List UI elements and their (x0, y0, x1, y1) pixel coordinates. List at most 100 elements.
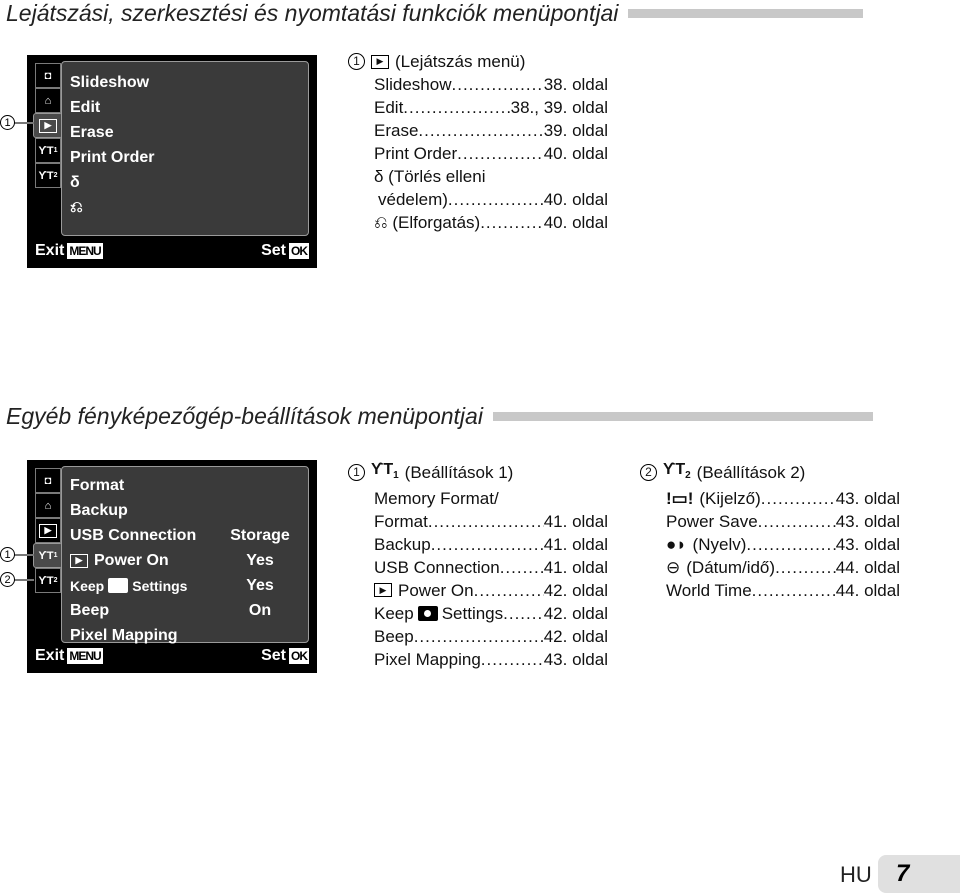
page-number: 7 (896, 860, 910, 887)
menu-item-label: Print Order (70, 148, 155, 166)
tab-movie-icon[interactable]: ⌂ (35, 88, 61, 113)
reference-header: 1 ϒT1 (Beállítások 1) (348, 458, 608, 487)
setup2-icon: ϒT2 (663, 458, 691, 487)
reference-row: ⊖(Dátum/idő) 44. oldal (640, 556, 900, 579)
monitor-icon: !▭! (666, 489, 694, 509)
reference-row: δ (Törlés elleni (348, 165, 608, 188)
screen-footer: Exit MENU Set OK (35, 645, 309, 667)
menu-item-backup[interactable]: Backup (70, 498, 300, 523)
reference-row: ▶ Power On 42. oldal (348, 579, 608, 602)
reference-page: 41. oldal (543, 558, 608, 578)
reference-page: 39. oldal (543, 121, 608, 140)
callout-line (14, 554, 34, 556)
reference-row: védelem) 40. oldal (348, 188, 608, 211)
tab-setup2-icon[interactable]: ϒT 2 (35, 568, 61, 593)
title-divider-bar (492, 412, 873, 421)
camera-icon (108, 578, 129, 593)
menu-tabs: ◘ ⌂ ▶ ϒT 1 ϒT 2 (33, 468, 63, 593)
menu-item-rotate[interactable]: ⎌ (70, 195, 300, 220)
menu-item-edit[interactable]: Edit (70, 95, 300, 120)
reference-row: ●◗(Nyelv) 43. oldal (640, 533, 900, 556)
menu-item-erase[interactable]: Erase (70, 120, 300, 145)
reference-name: Slideshow (374, 75, 452, 94)
menu-item-beep[interactable]: Beep On (70, 598, 300, 623)
reference-name: védelem) (378, 190, 448, 209)
reference-page: 41. oldal (543, 512, 608, 532)
reference-row: Pixel Mapping 43. oldal (348, 648, 608, 671)
reference-row: Slideshow 38. oldal (348, 73, 608, 96)
callout-1: 1 (0, 115, 15, 130)
tab-setup1-icon[interactable]: ϒT 1 (35, 138, 61, 163)
reference-page: 40. oldal (543, 213, 608, 232)
reference-name: Power Save (666, 512, 758, 532)
reference-name: δ (Törlés elleni (374, 167, 486, 186)
menu-tabs: ◘ ⌂ ▶ ϒT 1 ϒT 2 (33, 63, 63, 188)
page-number-tab: 7 (878, 855, 960, 893)
tab-playback-icon[interactable]: ▶ (33, 113, 63, 138)
reference-page: 44. oldal (835, 558, 900, 578)
menu-item-keep-settings[interactable]: Keep Settings Yes (70, 573, 300, 598)
reference-row: ⎌ (Elforgatás) 40. oldal (348, 211, 608, 234)
tab-setup1-icon[interactable]: ϒT 1 (33, 543, 63, 568)
reference-page: 42. oldal (543, 581, 608, 601)
exit-label: Exit (35, 242, 65, 259)
reference-name: (Nyelv) (692, 535, 747, 555)
menu-item-label: USB Connection (70, 526, 197, 544)
menu-item-label: Backup (70, 501, 128, 519)
tab-camera-icon[interactable]: ◘ (35, 468, 61, 493)
tab-playback-icon[interactable]: ▶ (35, 518, 61, 543)
section-title-playback: Lejátszási, szerkesztési és nyomtatási f… (6, 0, 864, 27)
reference-name: Erase (374, 121, 419, 140)
reference-page: 38. oldal (543, 75, 608, 94)
playback-icon: ▶ (374, 583, 392, 598)
menu-item-format[interactable]: Format (70, 473, 300, 498)
reference-header-text: (Beállítások 1) (404, 463, 514, 483)
menu-item-protect[interactable]: δ (70, 170, 300, 195)
menu-item-print-order[interactable]: Print Order (70, 145, 300, 170)
reference-row: Keep Settings 42. oldal (348, 602, 608, 625)
menu-item-value: On (248, 601, 272, 619)
set-button[interactable]: Set OK (261, 647, 309, 665)
tab-setup2-icon[interactable]: ϒT 2 (35, 163, 61, 188)
reference-name: Pixel Mapping (374, 650, 481, 670)
camera-screen-settings: ◘ ⌂ ▶ ϒT 1 ϒT 2 Format Backup USB Connecti… (27, 460, 317, 673)
reference-name: Edit (374, 98, 404, 117)
exit-button[interactable]: Exit MENU (35, 647, 103, 665)
settings1-reference-list: 1 ϒT1 (Beállítások 1) Memory Format/ For… (348, 458, 608, 671)
menu-item-usb-connection[interactable]: USB Connection Storage (70, 523, 300, 548)
reference-header-text: (Lejátszás menü) (395, 52, 526, 71)
reference-page: 40. oldal (543, 144, 608, 163)
reference-row: World Time 44. oldal (640, 579, 900, 602)
camera-icon (417, 606, 438, 622)
reference-header: 1 ▶ (Lejátszás menü) (348, 50, 608, 73)
reference-name: Memory Format/ (374, 489, 499, 509)
protect-icon: δ (70, 173, 80, 191)
set-button[interactable]: Set OK (261, 242, 309, 260)
clock-icon: ⊖ (666, 558, 681, 578)
menu-item-value: Storage (230, 526, 290, 544)
menu-item-label: Pixel Mapping (70, 626, 178, 644)
reference-page: 43. oldal (543, 650, 608, 670)
menu-item-label: Slideshow (70, 73, 150, 91)
ok-key-icon: OK (289, 243, 309, 259)
tab-movie-icon[interactable]: ⌂ (35, 493, 61, 518)
reference-name: USB Connection (374, 558, 500, 578)
menu-item-slideshow[interactable]: Slideshow (70, 70, 300, 95)
callout-1: 1 (0, 547, 15, 562)
section-title-text: Egyéb fényképezőgép-beállítások menüpont… (6, 403, 483, 429)
reference-row: Power Save 43. oldal (640, 510, 900, 533)
exit-button[interactable]: Exit MENU (35, 242, 103, 260)
reference-row: !▭!(Kijelző) 43. oldal (640, 487, 900, 510)
reference-name: Backup (374, 535, 431, 555)
language-icon: ●◗ (666, 535, 687, 555)
section-title-settings: Egyéb fényképezőgép-beállítások menüpont… (6, 403, 873, 430)
tab-camera-icon[interactable]: ◘ (35, 63, 61, 88)
playback-reference-list: 1 ▶ (Lejátszás menü) Slideshow38. oldal … (348, 50, 608, 234)
reference-page: 43. oldal (835, 489, 900, 509)
reference-row: Print Order 40. oldal (348, 142, 608, 165)
menu-panel: Slideshow Edit Erase Print Order δ ⎌ (61, 61, 309, 236)
callout-line (14, 579, 34, 581)
callout-number: 2 (640, 464, 657, 482)
menu-item-power-on[interactable]: ▶ Power On Yes (70, 548, 300, 573)
screen-footer: Exit MENU Set OK (35, 240, 309, 262)
